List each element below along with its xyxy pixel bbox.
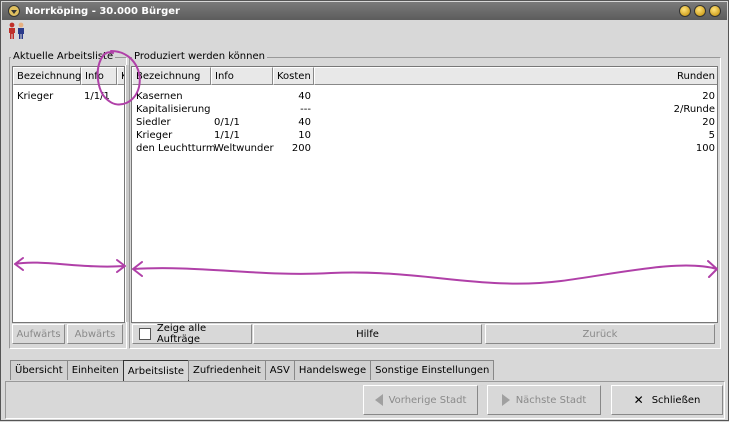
row-name: Krieger — [136, 130, 173, 141]
previous-city-label: Vorherige Stadt — [388, 394, 467, 406]
previous-city-button[interactable]: Vorherige Stadt — [363, 385, 478, 415]
maximize-icon[interactable] — [694, 5, 706, 17]
arrow-right-icon — [501, 394, 510, 406]
column-header-name[interactable]: Bezeichnung — [132, 67, 211, 85]
table-row[interactable]: Krieger 1/1/1 — [13, 90, 124, 103]
row-name: Kasernen — [136, 91, 183, 102]
citizens-icon — [9, 22, 24, 39]
move-up-button[interactable]: Aufwärts — [12, 324, 65, 344]
city-dialog-window: Norrköping - 30.000 Bürger Aktuelle Arbe… — [0, 0, 729, 421]
row-info: 1/1/1 — [84, 91, 110, 102]
next-city-button[interactable]: Nächste Stadt — [487, 385, 601, 415]
column-header-name[interactable]: Bezeichnung — [13, 67, 81, 85]
tab-trade-routes[interactable]: Handelswege — [293, 360, 372, 380]
next-city-label: Nächste Stadt — [515, 394, 587, 406]
row-info: 1/1/1 — [214, 130, 240, 141]
tab-other-settings[interactable]: Sonstige Einstellungen — [370, 360, 495, 380]
row-turns: 20 — [702, 91, 715, 102]
help-button[interactable]: Hilfe — [253, 324, 482, 344]
column-header-info[interactable]: Info — [81, 67, 117, 85]
table-row[interactable]: den Leuchtturm Weltwunder 200 100 — [132, 142, 717, 155]
arrow-left-icon — [374, 394, 383, 406]
row-name: Krieger — [17, 91, 54, 102]
current-worklist-label: Aktuelle Arbeitsliste — [11, 51, 116, 62]
checkbox-box[interactable] — [139, 328, 151, 340]
close-button[interactable]: ✕ Schließen — [611, 385, 723, 415]
back-button[interactable]: Zurück — [485, 324, 715, 344]
row-turns: 5 — [708, 130, 715, 141]
producible-table[interactable]: Bezeichnung Info Kosten Runden Kasernen 4… — [131, 66, 718, 323]
window-menu-icon[interactable] — [8, 5, 20, 17]
minimize-icon[interactable] — [679, 5, 691, 17]
row-info: Weltwunder — [214, 143, 274, 154]
table-row[interactable]: Siedler 0/1/1 40 20 — [132, 116, 717, 129]
move-down-button[interactable]: Abwärts — [67, 324, 123, 344]
row-cost: 200 — [291, 143, 311, 154]
row-turns: 20 — [702, 117, 715, 128]
row-cost: 10 — [298, 130, 311, 141]
tab-worklist[interactable]: Arbeitsliste — [122, 360, 190, 381]
row-cost: --- — [300, 104, 311, 115]
row-name: den Leuchtturm — [136, 143, 216, 154]
row-name: Kapitalisierung — [136, 104, 211, 115]
show-all-orders-label: Zeige alle Aufträge — [156, 323, 207, 345]
column-header-cost[interactable]: Kosten — [273, 67, 314, 85]
row-cost: 40 — [298, 91, 311, 102]
tab-bar: Übersicht Einheiten Arbeitsliste Zufried… — [10, 360, 495, 381]
tab-asv[interactable]: ASV — [264, 360, 295, 380]
column-header-k[interactable]: K — [117, 67, 124, 85]
row-turns: 100 — [695, 143, 715, 154]
title-bar[interactable]: Norrköping - 30.000 Bürger — [2, 2, 727, 20]
close-x-icon: ✕ — [633, 393, 644, 407]
table-row[interactable]: Kapitalisierung --- 2/Runde — [132, 103, 717, 116]
show-all-orders-checkbox[interactable]: Zeige alle Aufträge — [132, 323, 252, 345]
tab-units[interactable]: Einheiten — [66, 360, 124, 380]
producible-label: Produziert werden können — [132, 51, 267, 62]
table-row[interactable]: Kasernen 40 20 — [132, 90, 717, 103]
row-name: Siedler — [136, 117, 171, 128]
row-turns: 2/Runde — [673, 104, 715, 115]
row-cost: 40 — [298, 117, 311, 128]
column-header-info[interactable]: Info — [211, 67, 273, 85]
row-info: 0/1/1 — [214, 117, 240, 128]
tab-overview[interactable]: Übersicht — [10, 360, 68, 380]
close-label: Schließen — [651, 394, 701, 406]
window-title: Norrköping - 30.000 Bürger — [25, 5, 180, 17]
current-worklist-table[interactable]: Bezeichnung Info K Krieger 1/1/1 — [12, 66, 125, 323]
table-row[interactable]: Krieger 1/1/1 10 5 — [132, 129, 717, 142]
close-icon[interactable] — [709, 5, 721, 17]
column-header-turns[interactable]: Runden — [314, 67, 717, 85]
tab-happiness[interactable]: Zufriedenheit — [188, 360, 266, 380]
